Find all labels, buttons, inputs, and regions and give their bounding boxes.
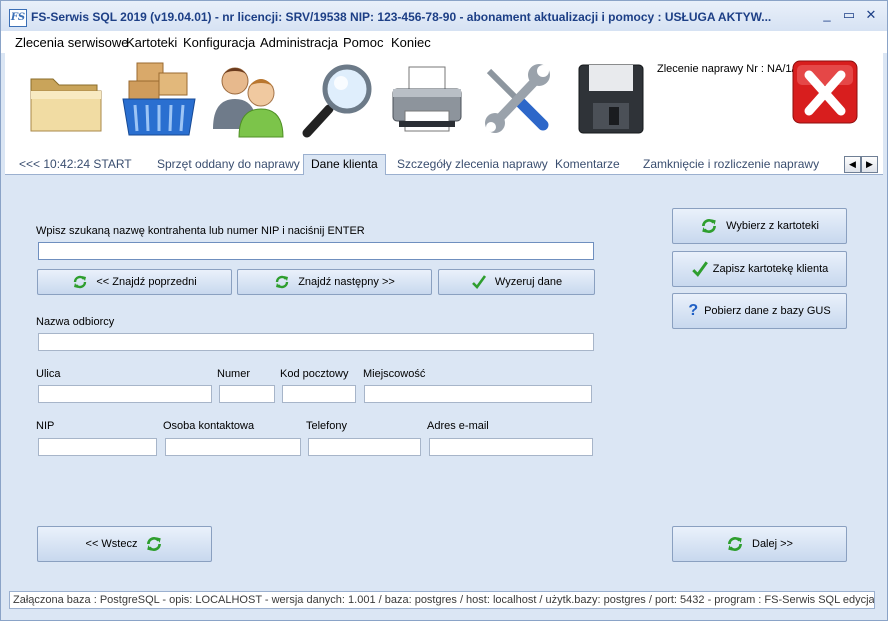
tab-zamkniecie[interactable]: Zamknięcie i rozliczenie naprawy: [643, 157, 819, 171]
street-label: Ulica: [36, 368, 61, 380]
next-page-button[interactable]: Dalej >>: [672, 526, 847, 562]
refresh-icon: [728, 537, 742, 551]
menu-konfiguracja[interactable]: Konfiguracja: [183, 35, 255, 50]
tools-icon: [485, 64, 550, 133]
settings-tools-button[interactable]: [477, 59, 557, 139]
reset-data-button[interactable]: Wyzeruj dane: [438, 269, 595, 295]
exit-icon: [792, 60, 858, 124]
name-label: Nazwa odbiorcy: [36, 316, 115, 328]
menu-koniec[interactable]: Koniec: [391, 35, 431, 50]
warehouse-button[interactable]: [119, 59, 199, 139]
number-input[interactable]: [219, 385, 275, 403]
fetch-gus-label: Pobierz dane z bazy GUS: [704, 305, 831, 317]
next-page-label: Dalej >>: [752, 538, 793, 550]
tab-szczegoly[interactable]: Szczegóły zlecenia naprawy: [397, 157, 548, 171]
email-label: Adres e-mail: [427, 420, 489, 432]
refresh-icon: [275, 275, 289, 289]
search-button[interactable]: [299, 59, 379, 139]
printer-icon: [392, 66, 462, 132]
number-label: Numer: [217, 368, 251, 380]
minimize-button[interactable]: _: [819, 7, 835, 23]
choose-from-registry-label: Wybierz z kartoteki: [726, 220, 819, 232]
find-previous-button[interactable]: << Znajdź poprzedni: [37, 269, 232, 295]
clock-start[interactable]: <<< 10:42:24 START: [19, 157, 132, 171]
folder-icon: [30, 78, 102, 132]
app-window: FS FS-Serwis SQL 2019 (v19.04.01) - nr l…: [0, 0, 888, 621]
choose-from-registry-button[interactable]: Wybierz z kartoteki: [672, 208, 847, 244]
contact-person-label: Osoba kontaktowa: [163, 420, 255, 432]
tab-komentarze[interactable]: Komentarze: [555, 157, 620, 171]
reset-data-label: Wyzeruj dane: [494, 276, 563, 288]
client-data-panel: Wpisz szukaną nazwę kontrahenta lub nume…: [5, 175, 883, 589]
city-label: Miejscowość: [363, 368, 426, 380]
exit-button[interactable]: [791, 57, 859, 125]
postal-code-input[interactable]: [282, 385, 356, 403]
save-client-card-label: Zapisz kartotekę klienta: [712, 263, 829, 275]
window-title: FS-Serwis SQL 2019 (v19.04.01) - nr lice…: [31, 10, 772, 24]
refresh-icon: [147, 537, 162, 551]
contact-person-input[interactable]: [165, 438, 301, 456]
basket-boxes-icon: [122, 62, 196, 136]
folder-button[interactable]: [25, 59, 105, 139]
tab-dane-klienta[interactable]: Dane klienta: [303, 154, 386, 175]
tab-scroll-left[interactable]: ◀: [844, 156, 861, 173]
floppy-disk-icon: [578, 64, 644, 134]
maximize-button[interactable]: ▭: [841, 7, 857, 23]
street-input[interactable]: [38, 385, 212, 403]
phones-input[interactable]: [308, 438, 421, 456]
title-bar[interactable]: FS FS-Serwis SQL 2019 (v19.04.01) - nr l…: [1, 1, 887, 31]
name-input[interactable]: [38, 333, 594, 351]
email-input[interactable]: [429, 438, 593, 456]
close-window-button[interactable]: ✕: [863, 7, 879, 23]
save-client-card-button[interactable]: Zapisz kartotekę klienta: [672, 251, 847, 287]
menu-zlecenia[interactable]: Zlecenia serwisowe: [15, 35, 128, 50]
checkmark-icon: [472, 275, 486, 289]
customers-button[interactable]: [209, 59, 289, 139]
search-label: Wpisz szukaną nazwę kontrahenta lub nume…: [36, 225, 365, 237]
find-previous-label: << Znajdź poprzedni: [96, 276, 197, 288]
magnifier-icon: [302, 64, 372, 138]
toolbar: Zlecenie naprawy Nr : NA/1/2018: [5, 53, 883, 155]
status-bar: Załączona baza : PostgreSQL - opis: LOCA…: [9, 591, 875, 609]
menu-pomoc[interactable]: Pomoc: [343, 35, 383, 50]
postal-code-label: Kod pocztowy: [280, 368, 349, 380]
city-input[interactable]: [364, 385, 592, 403]
checkmark-icon: [691, 261, 708, 277]
refresh-icon: [702, 219, 717, 233]
fetch-gus-button[interactable]: ? Pobierz dane z bazy GUS: [672, 293, 847, 329]
phones-label: Telefony: [306, 420, 347, 432]
menu-administracja[interactable]: Administracja: [260, 35, 338, 50]
save-button[interactable]: [573, 59, 653, 139]
back-label: << Wstecz: [85, 538, 138, 550]
users-icon: [213, 67, 284, 138]
question-icon: ?: [688, 302, 699, 319]
menu-kartoteki[interactable]: Kartoteki: [126, 35, 177, 50]
back-button[interactable]: << Wstecz: [37, 526, 212, 562]
print-button[interactable]: [387, 59, 467, 139]
refresh-icon: [74, 275, 87, 289]
find-next-label: Znajdź następny >>: [298, 276, 395, 288]
tab-scroll-right[interactable]: ▶: [861, 156, 878, 173]
search-input[interactable]: [38, 242, 594, 260]
tab-sprzet[interactable]: Sprzęt oddany do naprawy: [157, 157, 300, 171]
nip-input[interactable]: [38, 438, 157, 456]
menu-bar: Zlecenia serwisowe Kartoteki Konfiguracj…: [1, 31, 887, 53]
find-next-button[interactable]: Znajdź następny >>: [237, 269, 432, 295]
nip-label: NIP: [36, 420, 55, 432]
tab-strip: <<< 10:42:24 START Sprzęt oddany do napr…: [5, 154, 883, 175]
app-logo-icon: FS: [9, 9, 27, 27]
